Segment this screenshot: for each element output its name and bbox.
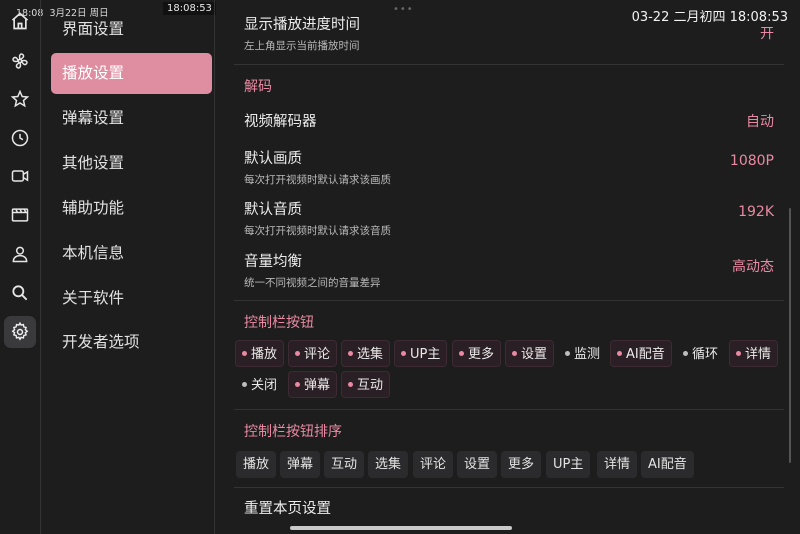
- setting-title: 音量均衡: [244, 254, 302, 270]
- setting-value: 高动态: [732, 259, 774, 275]
- gear-icon[interactable]: [4, 316, 36, 348]
- chip-label: 关闭: [251, 378, 278, 393]
- nav-item-other[interactable]: 其他设置: [51, 143, 212, 184]
- setting-value: 192K: [738, 204, 774, 220]
- chip-label: 互动: [357, 378, 384, 393]
- video-camera-icon[interactable]: [4, 160, 36, 192]
- setting-progress-time[interactable]: 显示播放进度时间 左上角显示当前播放时间 开: [244, 13, 774, 53]
- chip-dot: [295, 382, 300, 387]
- chip-label: 选集: [357, 347, 384, 362]
- chip-label: 评论: [304, 347, 331, 362]
- star-icon[interactable]: [4, 83, 36, 115]
- setting-title: 默认音质: [244, 202, 302, 218]
- clock-icon[interactable]: [4, 122, 36, 154]
- control-chip[interactable]: 关闭: [235, 371, 284, 398]
- order-chip[interactable]: UP主: [546, 451, 591, 478]
- order-chip[interactable]: 选集: [368, 451, 409, 478]
- settings-section-nav: 界面设置 播放设置 弹幕设置 其他设置 辅助功能 本机信息 关于软件 开发者选项: [41, 0, 215, 534]
- setting-audio-quality[interactable]: 默认音质 每次打开视频时默认请求该音质 192K: [244, 198, 774, 238]
- section-header-decode: 解码: [244, 79, 272, 95]
- chip-label: 详情: [745, 347, 772, 362]
- nav-item-about[interactable]: 关于软件: [51, 278, 212, 319]
- chip-label: UP主: [410, 347, 441, 362]
- nav-item-interface[interactable]: 界面设置: [51, 9, 212, 50]
- setting-title: 默认画质: [244, 151, 302, 167]
- person-icon[interactable]: [4, 238, 36, 270]
- chip-dot: [683, 351, 688, 356]
- chip-label: 监测: [574, 347, 601, 362]
- order-chip[interactable]: 详情: [597, 451, 638, 478]
- setting-subtitle: 每次打开视频时默认请求该音质: [244, 225, 391, 237]
- divider: [234, 487, 784, 488]
- control-chip[interactable]: UP主: [394, 340, 448, 367]
- control-chip[interactable]: 循环: [676, 340, 725, 367]
- chip-dot: [242, 382, 247, 387]
- content-scrollbar[interactable]: [789, 208, 791, 463]
- setting-subtitle: 统一不同视频之间的音量差异: [244, 277, 381, 289]
- chip-label: 弹幕: [304, 378, 331, 393]
- settings-content: 显示播放进度时间 左上角显示当前播放时间 开 解码 视频解码器 自动 默认画质 …: [216, 0, 800, 534]
- reset-page-settings[interactable]: 重置本页设置: [244, 497, 774, 518]
- setting-volume-balance[interactable]: 音量均衡 统一不同视频之间的音量差异 高动态: [244, 250, 774, 290]
- home-icon[interactable]: [4, 5, 36, 37]
- order-chip[interactable]: 播放: [236, 451, 277, 478]
- control-chip[interactable]: 弹幕: [288, 371, 338, 398]
- chip-dot: [401, 351, 406, 356]
- order-chip[interactable]: 弹幕: [280, 451, 321, 478]
- nav-item-device-info[interactable]: 本机信息: [51, 233, 212, 274]
- setting-value: 开: [760, 26, 774, 42]
- chip-label: 设置: [521, 347, 548, 362]
- film-icon[interactable]: [4, 199, 36, 231]
- chip-label: 更多: [468, 347, 495, 362]
- control-chip[interactable]: 设置: [505, 340, 555, 367]
- control-chip[interactable]: 互动: [341, 371, 391, 398]
- control-chip[interactable]: 监测: [558, 340, 607, 367]
- chip-label: AI配音: [626, 347, 665, 362]
- divider: [234, 409, 784, 410]
- chip-dot: [512, 351, 517, 356]
- chip-dot: [348, 382, 353, 387]
- order-chip[interactable]: 评论: [413, 451, 454, 478]
- icon-rail: [0, 0, 41, 534]
- setting-title: 视频解码器: [244, 114, 317, 130]
- nav-item-danmaku[interactable]: 弹幕设置: [51, 98, 212, 139]
- setting-decoder[interactable]: 视频解码器 自动: [244, 110, 774, 131]
- chip-dot: [459, 351, 464, 356]
- setting-title: 显示播放进度时间: [244, 17, 360, 33]
- control-chip[interactable]: 选集: [341, 340, 391, 367]
- control-chip[interactable]: 评论: [288, 340, 338, 367]
- chip-dot: [348, 351, 353, 356]
- nav-item-accessibility[interactable]: 辅助功能: [51, 188, 212, 229]
- control-chip[interactable]: 详情: [729, 340, 779, 367]
- nav-item-developer[interactable]: 开发者选项: [51, 322, 212, 363]
- setting-subtitle: 左上角显示当前播放时间: [244, 40, 360, 52]
- section-header-button-order: 控制栏按钮排序: [244, 424, 342, 440]
- divider: [234, 64, 784, 65]
- section-header-control-buttons: 控制栏按钮: [244, 315, 314, 331]
- reset-label: 重置本页设置: [244, 501, 331, 517]
- chip-label: 播放: [251, 347, 278, 362]
- order-chip[interactable]: 设置: [457, 451, 498, 478]
- control-chip[interactable]: AI配音: [610, 340, 672, 367]
- control-chip[interactable]: 更多: [452, 340, 502, 367]
- home-indicator[interactable]: [290, 526, 512, 530]
- setting-value: 自动: [746, 114, 774, 130]
- fan-icon[interactable]: [4, 45, 36, 77]
- order-chip[interactable]: 更多: [501, 451, 542, 478]
- nav-item-playback[interactable]: 播放设置: [51, 53, 212, 94]
- chip-dot: [736, 351, 741, 356]
- chip-dot: [242, 351, 247, 356]
- setting-subtitle: 每次打开视频时默认请求该画质: [244, 174, 391, 186]
- chip-label: 循环: [692, 347, 719, 362]
- order-chip[interactable]: 互动: [324, 451, 365, 478]
- chip-dot: [295, 351, 300, 356]
- order-chip[interactable]: AI配音: [641, 451, 694, 478]
- setting-value: 1080P: [729, 153, 774, 169]
- chip-dot: [617, 351, 622, 356]
- chip-dot: [565, 351, 570, 356]
- search-icon[interactable]: [4, 277, 36, 309]
- divider: [234, 300, 784, 301]
- setting-quality[interactable]: 默认画质 每次打开视频时默认请求该画质 1080P: [244, 147, 774, 187]
- control-chip[interactable]: 播放: [235, 340, 285, 367]
